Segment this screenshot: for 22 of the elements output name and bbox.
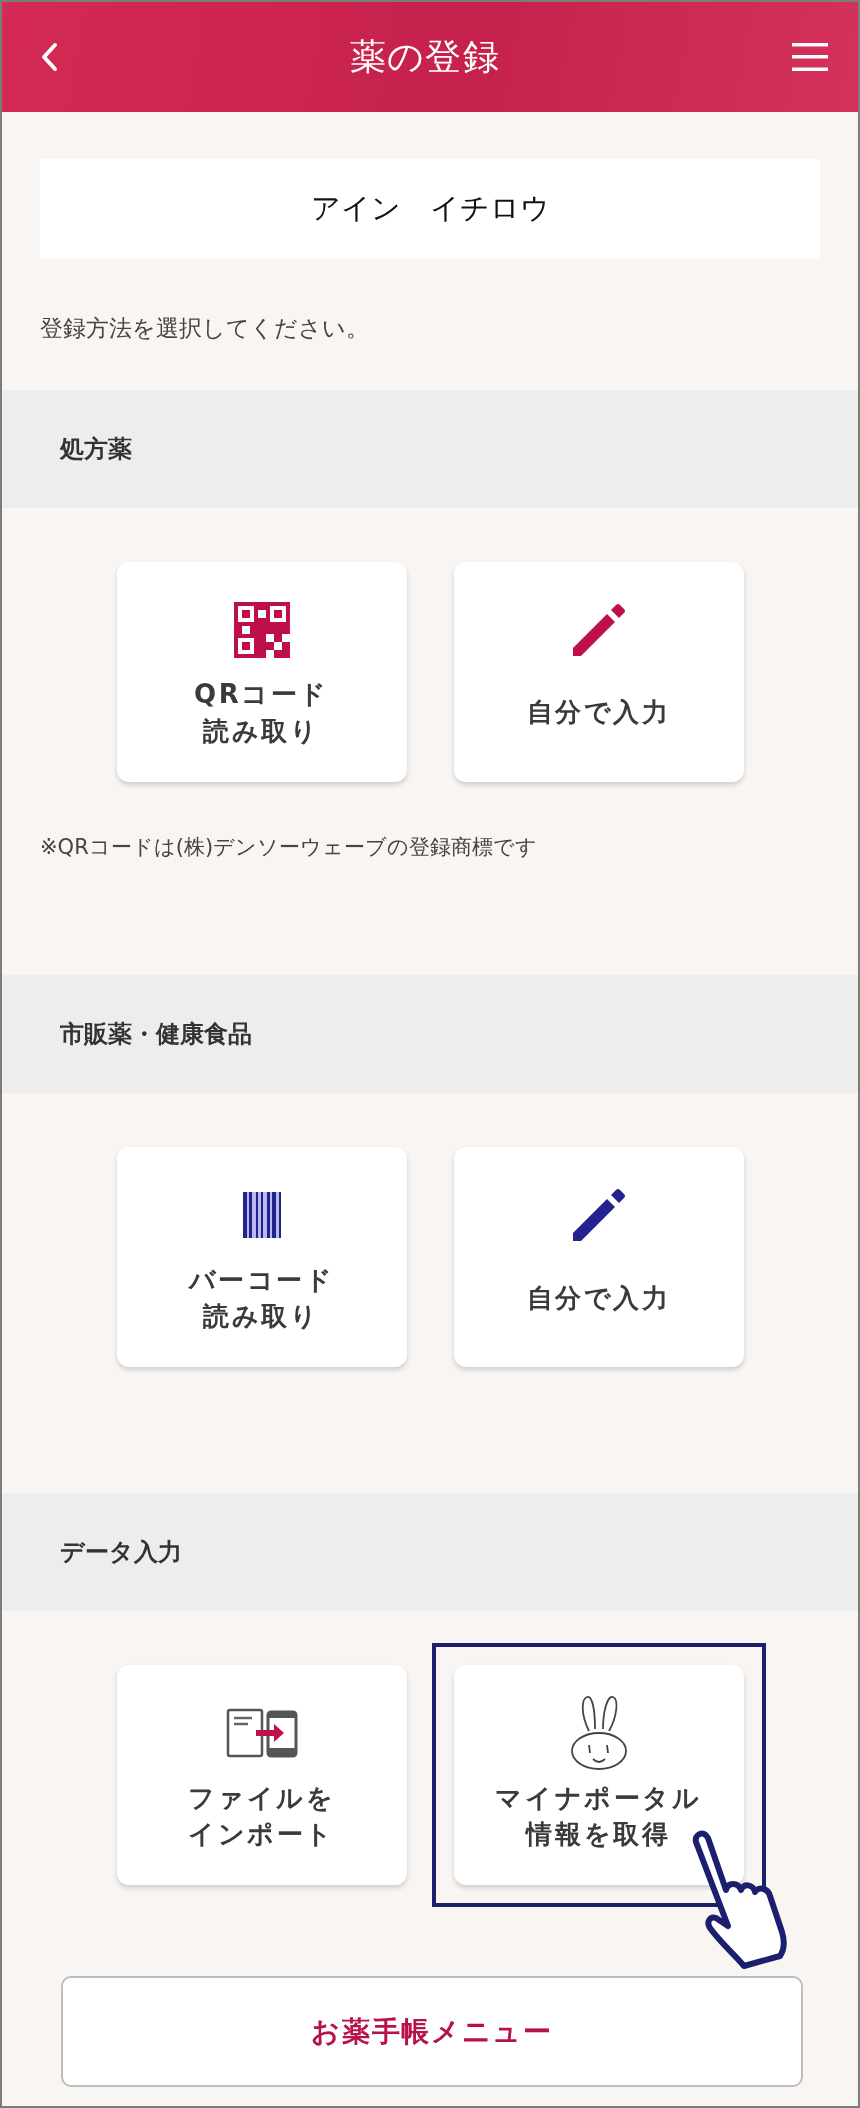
footnote-text: ※QRコードは(株)デンソーウェーブの登録商標です — [40, 833, 539, 861]
rabbit-icon — [568, 1695, 629, 1771]
option-card[interactable]: 自分で入力 — [453, 561, 744, 782]
menu-icon[interactable] — [792, 42, 828, 72]
page-title: 薬の登録 — [349, 35, 501, 79]
barcode-icon — [242, 1192, 281, 1238]
qr-code-icon — [233, 601, 290, 658]
option-card[interactable]: ファイルを インポート — [116, 1665, 407, 1885]
back-icon[interactable] — [40, 42, 58, 72]
option-card[interactable]: 自分で入力 — [453, 1147, 744, 1367]
pencil-icon — [570, 1187, 627, 1243]
file-to-phone-icon — [225, 1708, 298, 1758]
section-header: 処方薬 — [2, 389, 858, 508]
user-name: アイン イチロウ — [40, 159, 820, 259]
option-card[interactable]: マイナポータル 情報を取得 — [453, 1665, 744, 1885]
option-card[interactable]: バーコード 読み取り — [116, 1147, 407, 1367]
option-card[interactable]: QRコード 読み取り — [116, 561, 407, 782]
section-header: 市販薬・健康食品 — [2, 975, 858, 1093]
instruction-text: 登録方法を選択してください。 — [40, 314, 370, 343]
notebook-menu-button[interactable]: お薬手帳メニュー — [61, 1976, 803, 2087]
pencil-icon — [570, 601, 627, 658]
section-header: データ入力 — [2, 1493, 858, 1611]
